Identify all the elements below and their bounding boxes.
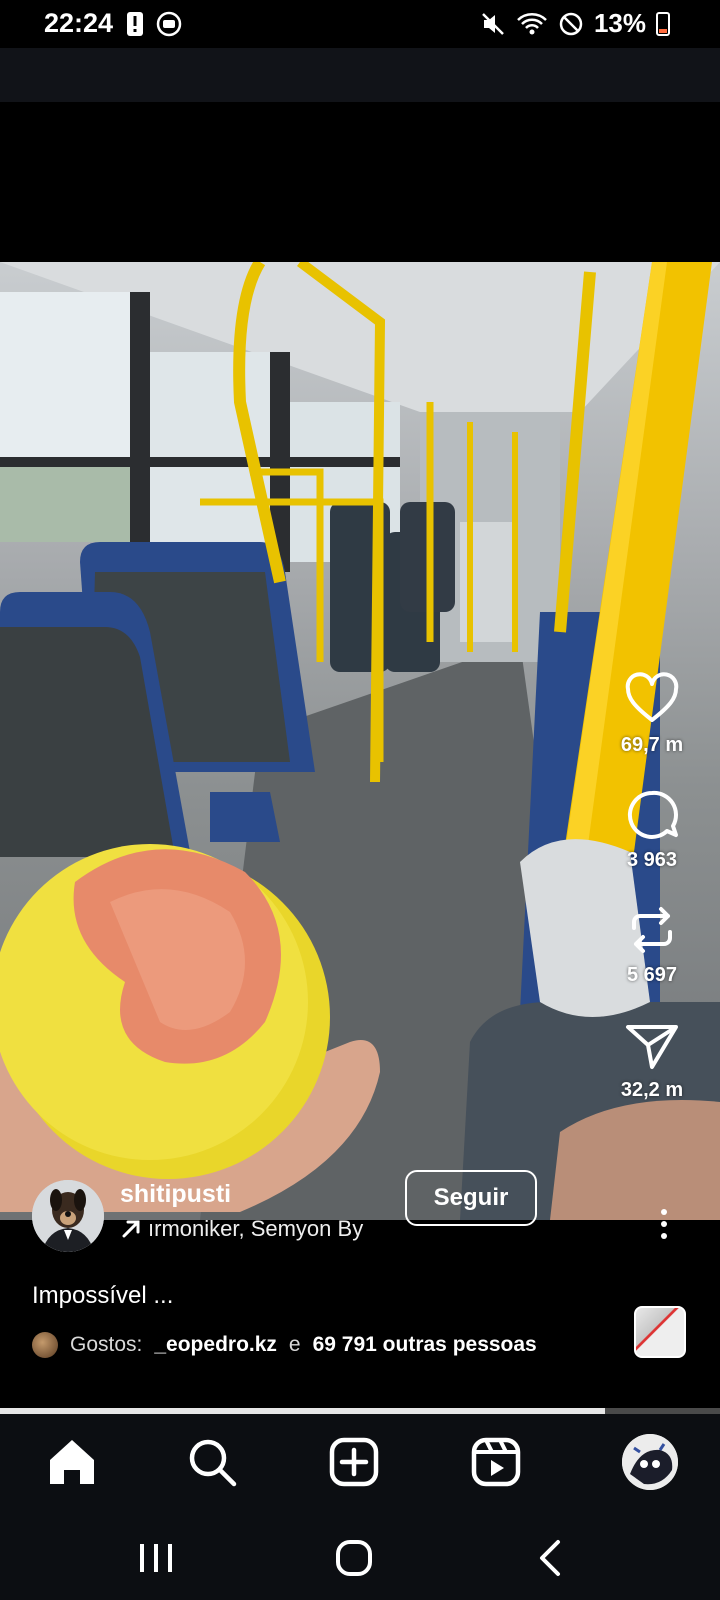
arrow-up-right-icon: [122, 1220, 140, 1238]
send-icon[interactable]: [624, 1017, 680, 1073]
action-column: 69,7 m 3 963 5 697 32,2 m: [602, 672, 702, 1132]
create-icon[interactable]: [326, 1434, 382, 1490]
home-icon[interactable]: [44, 1434, 100, 1490]
likes-others[interactable]: 69 791 outras pessoas: [313, 1333, 537, 1357]
liked-by-row[interactable]: Gostos: _eopedro.kz e 69 791 outras pess…: [32, 1332, 537, 1358]
wifi-icon: [517, 12, 547, 34]
profile-avatar[interactable]: [622, 1434, 678, 1490]
home-circle-icon[interactable]: [332, 1536, 376, 1580]
system-navigation-bar: [0, 1514, 720, 1600]
back-icon[interactable]: [530, 1536, 574, 1580]
author-username[interactable]: shitipusti: [120, 1180, 231, 1209]
audio-label: ırmoniker, Semyon By: [148, 1216, 364, 1241]
audio-track[interactable]: ırmoniker, Semyon By: [120, 1216, 374, 1242]
comment-icon[interactable]: [624, 787, 680, 843]
more-options-icon[interactable]: [652, 1206, 676, 1242]
header-band: [0, 48, 720, 102]
battery-percent: 13%: [593, 8, 646, 38]
recents-icon[interactable]: [134, 1536, 178, 1580]
status-right: 13%: [480, 8, 670, 39]
do-not-disturb-icon: [559, 12, 583, 35]
status-time: 22:24: [44, 8, 114, 38]
like-action[interactable]: 69,7 m: [602, 672, 702, 757]
repost-action[interactable]: 5 697: [602, 902, 702, 987]
repost-icon[interactable]: [624, 902, 680, 958]
comment-action[interactable]: 3 963: [602, 787, 702, 872]
shares-count: 32,2 m: [620, 1079, 684, 1101]
post-caption[interactable]: Impossível ...: [32, 1282, 173, 1310]
heart-icon[interactable]: [624, 672, 680, 728]
author-row: shitipusti ırmoniker, Semyon By Seguir: [32, 1170, 692, 1252]
liker-username[interactable]: _eopedro.kz: [154, 1333, 277, 1357]
battery-icon: [656, 11, 670, 36]
share-action[interactable]: 32,2 m: [602, 1017, 702, 1102]
search-icon[interactable]: [184, 1434, 240, 1490]
bottom-nav: [0, 1414, 720, 1514]
reels-icon[interactable]: [468, 1434, 524, 1490]
dog-in-suit-avatar-icon: [32, 1180, 104, 1252]
mute-icon: [482, 12, 504, 35]
reposts-count: 5 697: [626, 964, 678, 986]
likes-connector: e: [288, 1333, 301, 1356]
audio-thumbnail[interactable]: [634, 1306, 686, 1358]
screen-record-icon: [156, 11, 182, 37]
profile-picture-icon: [622, 1434, 678, 1490]
follow-button[interactable]: Seguir: [405, 1170, 537, 1226]
alert-icon: [127, 12, 143, 36]
comments-count: 3 963: [626, 849, 678, 871]
status-left-icons: [126, 11, 182, 37]
likes-count: 69,7 m: [620, 734, 684, 756]
author-avatar[interactable]: [32, 1180, 104, 1252]
likes-prefix: Gostos:: [70, 1333, 143, 1356]
liker-avatar: [32, 1332, 58, 1358]
status-bar: 22:24 13%: [0, 0, 720, 48]
